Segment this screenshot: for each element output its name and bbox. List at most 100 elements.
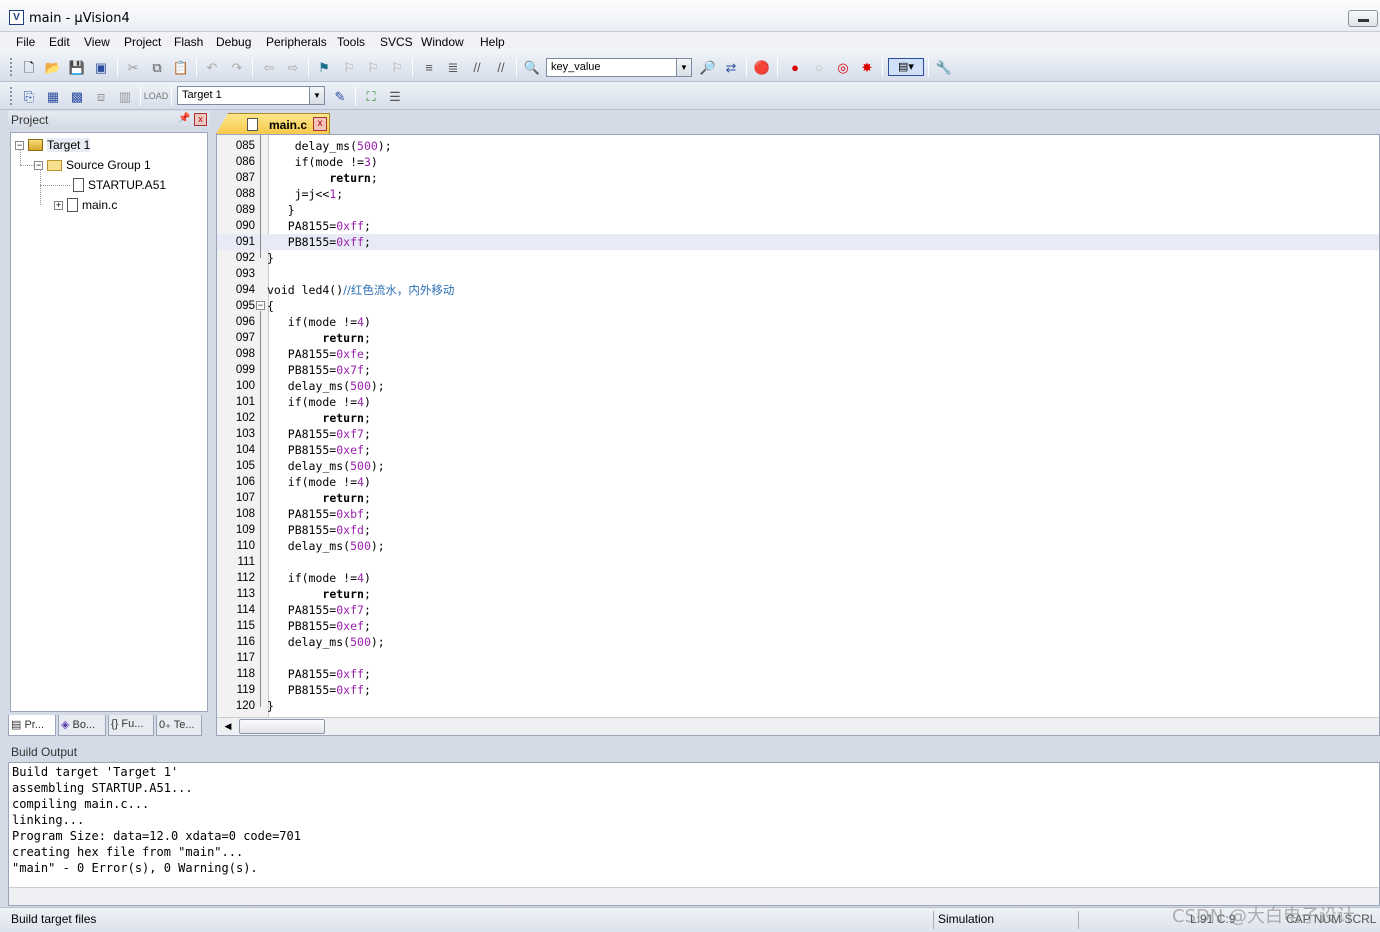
code-line[interactable]: 116 delay_ms(500); bbox=[217, 634, 1379, 650]
code-line[interactable]: 105 delay_ms(500); bbox=[217, 458, 1379, 474]
code-line[interactable]: 099 PB8155=0x7f; bbox=[217, 362, 1379, 378]
target-select[interactable]: Target 1 ▼ bbox=[177, 86, 325, 105]
code-line[interactable]: 103 PA8155=0xf7; bbox=[217, 426, 1379, 442]
find-combo[interactable]: key_value ▼ bbox=[546, 58, 692, 77]
code-line[interactable]: 113 return; bbox=[217, 586, 1379, 602]
code-line[interactable]: 085 delay_ms(500); bbox=[217, 138, 1379, 154]
debug-session-icon[interactable]: 🔴 bbox=[753, 58, 771, 76]
code-line[interactable]: 117 bbox=[217, 650, 1379, 666]
close-icon[interactable]: x bbox=[194, 113, 207, 126]
uncomment-icon[interactable]: // bbox=[492, 58, 510, 76]
menu-peripherals[interactable]: Peripherals bbox=[266, 35, 327, 49]
copy-icon[interactable]: ⧉ bbox=[148, 58, 166, 76]
code-line[interactable]: 112 if(mode !=4) bbox=[217, 570, 1379, 586]
menu-debug[interactable]: Debug bbox=[216, 35, 251, 49]
bookmark-next-icon[interactable]: ⚐ bbox=[364, 58, 382, 76]
scroll-left-icon[interactable]: ◀ bbox=[219, 719, 237, 734]
find-icon[interactable]: 🔎 bbox=[699, 58, 717, 76]
fold-collapse-icon[interactable]: − bbox=[256, 301, 265, 310]
toolbar-grip[interactable] bbox=[10, 58, 13, 76]
target-options-icon[interactable]: ✎ bbox=[331, 87, 349, 105]
menu-view[interactable]: View bbox=[84, 35, 110, 49]
code-line[interactable]: 115 PB8155=0xef; bbox=[217, 618, 1379, 634]
code-line[interactable]: 120} bbox=[217, 698, 1379, 714]
build-output-panel[interactable]: Build target 'Target 1' assembling STARTU… bbox=[8, 762, 1380, 906]
manage-components-icon[interactable]: ⛶ bbox=[362, 87, 380, 105]
tree-node-file-main[interactable]: + main.c bbox=[54, 196, 117, 214]
batch-build-icon[interactable]: ⧈ bbox=[92, 87, 110, 105]
toolbar-grip[interactable] bbox=[10, 87, 13, 105]
menu-svcs[interactable]: SVCS bbox=[380, 35, 413, 49]
code-line[interactable]: 089 } bbox=[217, 202, 1379, 218]
code-line[interactable]: 109 PB8155=0xfd; bbox=[217, 522, 1379, 538]
code-line[interactable]: 110 delay_ms(500); bbox=[217, 538, 1379, 554]
open-file-icon[interactable]: 📂 bbox=[44, 58, 62, 76]
window-config-icon[interactable]: ▤▾ bbox=[888, 58, 924, 76]
code-line[interactable]: 118 PA8155=0xff; bbox=[217, 666, 1379, 682]
menu-help[interactable]: Help bbox=[480, 35, 505, 49]
insert-breakpoint-icon[interactable]: ● bbox=[786, 58, 804, 76]
menu-file[interactable]: File bbox=[16, 35, 35, 49]
code-line[interactable]: 102 return; bbox=[217, 410, 1379, 426]
minimize-button[interactable] bbox=[1348, 10, 1378, 27]
code-line[interactable]: 087 return; bbox=[217, 170, 1379, 186]
paste-icon[interactable]: 📋 bbox=[172, 58, 190, 76]
code-editor[interactable]: 085 delay_ms(500); 086 if(mode !=3) 087 re… bbox=[216, 134, 1380, 736]
undo-icon[interactable]: ↶ bbox=[203, 58, 221, 76]
save-icon[interactable]: 💾 bbox=[68, 58, 86, 76]
load-download-icon[interactable]: LOAD bbox=[144, 87, 169, 105]
code-line[interactable]: 104 PB8155=0xef; bbox=[217, 442, 1379, 458]
horizontal-scrollbar[interactable]: ◀ bbox=[217, 717, 1379, 735]
enable-breakpoint-icon[interactable]: ○ bbox=[810, 58, 828, 76]
code-line[interactable]: 098 PA8155=0xfe; bbox=[217, 346, 1379, 362]
collapse-icon[interactable]: − bbox=[34, 160, 43, 170]
code-line[interactable]: 092} bbox=[217, 250, 1379, 266]
tab-project[interactable]: ▤ Pr... bbox=[8, 715, 56, 736]
translate-icon[interactable]: ⎘ bbox=[20, 87, 38, 105]
menu-tools[interactable]: Tools bbox=[337, 35, 365, 49]
incremental-find-icon[interactable]: ⇄ bbox=[722, 58, 740, 76]
code-line[interactable]: 108 PA8155=0xbf; bbox=[217, 506, 1379, 522]
tree-node-file-startup[interactable]: STARTUP.A51 bbox=[73, 176, 166, 194]
code-line[interactable]: 097 return; bbox=[217, 330, 1379, 346]
chevron-down-icon[interactable]: ▼ bbox=[676, 59, 691, 76]
indent-icon[interactable]: ≡ bbox=[420, 58, 438, 76]
unindent-icon[interactable]: ≣ bbox=[444, 58, 462, 76]
expand-icon[interactable]: + bbox=[54, 200, 63, 210]
code-line[interactable]: 090 PA8155=0xff; bbox=[217, 218, 1379, 234]
code-line[interactable]: 096 if(mode !=4) bbox=[217, 314, 1379, 330]
scrollbar-thumb[interactable] bbox=[239, 719, 325, 734]
kill-breakpoints-icon[interactable]: ✸ bbox=[858, 58, 876, 76]
editor-tab-main-c[interactable]: main.c x bbox=[216, 113, 330, 134]
code-line[interactable]: 095 { bbox=[217, 298, 1379, 314]
build-icon[interactable]: ▦ bbox=[44, 87, 62, 105]
manage-books-icon[interactable]: ☰ bbox=[386, 87, 404, 105]
code-line[interactable]: 093 bbox=[217, 266, 1379, 282]
code-line[interactable]: 111 bbox=[217, 554, 1379, 570]
nav-forward-icon[interactable]: ⇨ bbox=[284, 58, 302, 76]
code-line[interactable]: 091 PB8155=0xff; bbox=[217, 234, 1379, 250]
new-file-icon[interactable]: 🗋 bbox=[20, 58, 38, 76]
code-line[interactable]: 094 void led4()//红色流水，内外移动 bbox=[217, 282, 1379, 298]
menu-window[interactable]: Window bbox=[421, 35, 464, 49]
code-line[interactable]: 114 PA8155=0xf7; bbox=[217, 602, 1379, 618]
comment-icon[interactable]: // bbox=[468, 58, 486, 76]
save-all-icon[interactable]: ▣ bbox=[92, 58, 110, 76]
menu-flash[interactable]: Flash bbox=[174, 35, 203, 49]
bookmark-prev-icon[interactable]: ⚐ bbox=[340, 58, 358, 76]
tab-functions[interactable]: {} Fu... bbox=[108, 715, 154, 736]
stop-build-icon[interactable]: ▥ bbox=[116, 87, 134, 105]
code-line[interactable]: 086 if(mode !=3) bbox=[217, 154, 1379, 170]
bookmark-clear-icon[interactable]: ⚐ bbox=[388, 58, 406, 76]
code-line[interactable]: 119 PB8155=0xff; bbox=[217, 682, 1379, 698]
code-line[interactable]: 106 if(mode !=4) bbox=[217, 474, 1379, 490]
code-line[interactable]: 101 if(mode !=4) bbox=[217, 394, 1379, 410]
code-line[interactable]: 107 return; bbox=[217, 490, 1379, 506]
tree-node-target[interactable]: − Target 1 bbox=[15, 136, 91, 154]
disable-breakpoints-icon[interactable]: ◎ bbox=[834, 58, 852, 76]
chevron-down-icon[interactable]: ▼ bbox=[309, 87, 324, 104]
code-line[interactable]: 100 delay_ms(500); bbox=[217, 378, 1379, 394]
menu-project[interactable]: Project bbox=[124, 35, 161, 49]
tab-templates[interactable]: 0₊ Te... bbox=[156, 715, 202, 736]
nav-back-icon[interactable]: ⇦ bbox=[260, 58, 278, 76]
